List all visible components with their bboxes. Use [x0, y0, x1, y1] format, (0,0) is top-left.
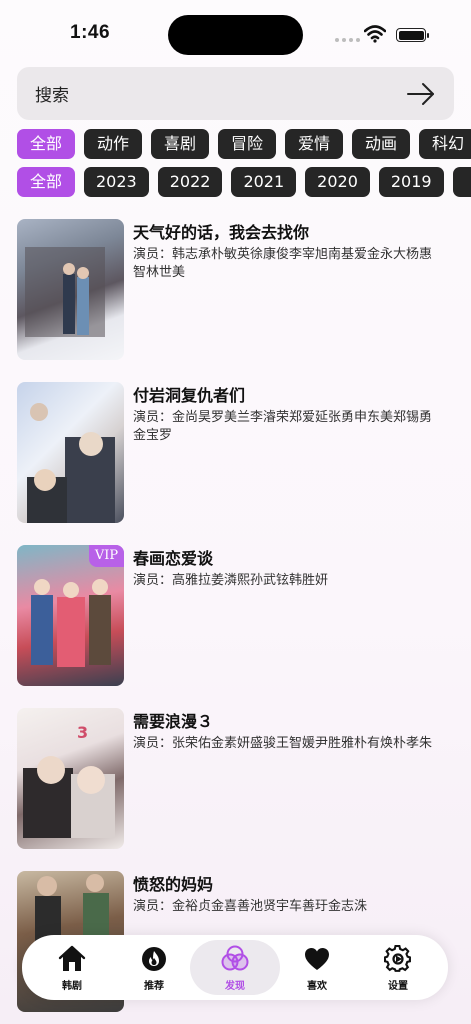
search-placeholder: 搜索	[35, 86, 69, 106]
drama-cast: 演员：金裕贞金喜善池贤宇车善玗金志洙	[133, 899, 368, 914]
heart-icon	[305, 948, 329, 970]
drama-poster[interactable]: VIP	[17, 545, 124, 686]
tab-favorites[interactable]: 喜欢	[272, 940, 362, 995]
svg-text:3: 3	[77, 723, 88, 742]
genre-chip[interactable]: 动画	[352, 129, 410, 159]
drama-title: 付岩洞复仇者们	[133, 386, 246, 405]
drama-item[interactable]: VIP 春画恋爱谈 演员：高雅拉姜潾熙孙武铉韩胜妍	[17, 545, 454, 708]
drama-poster[interactable]	[17, 382, 124, 523]
year-chip[interactable]: 2022	[157, 167, 223, 197]
tab-label: 推荐	[144, 981, 164, 992]
tab-label: 喜欢	[307, 981, 327, 992]
drama-title: 春画恋爱谈	[133, 549, 214, 568]
wifi-icon	[364, 25, 386, 43]
year-chip[interactable]: 2021	[231, 167, 297, 197]
bottom-tab-bar: 韩剧 推荐 发现 喜欢 设置	[22, 935, 448, 1000]
flame-icon	[142, 947, 166, 971]
drama-item[interactable]: 天气好的话，我会去找你 演员：韩志承朴敏英徐康俊李宰旭南基爱金永大杨惠智林世美	[17, 219, 454, 382]
vip-badge: VIP	[89, 545, 124, 567]
search-input[interactable]: 搜索	[17, 67, 454, 120]
year-filter-row: 全部 2023 2022 2021 2020 2019 20	[17, 167, 471, 197]
signal-icon	[335, 38, 360, 42]
genre-filter-row: 全部 动作 喜剧 冒险 爱情 动画 科幻	[17, 129, 471, 159]
drama-title: 需要浪漫３	[133, 712, 214, 731]
tab-label: 韩剧	[62, 981, 82, 992]
arrow-right-icon[interactable]	[406, 82, 436, 106]
genre-chip-all[interactable]: 全部	[17, 129, 75, 159]
genre-chip[interactable]: 爱情	[285, 129, 343, 159]
discover-icon	[221, 945, 249, 971]
year-chip[interactable]: 2020	[305, 167, 370, 197]
drama-item[interactable]: 付岩洞复仇者们 演员：金尚昊罗美兰李濬荣郑爱延张勇申东美郑锡勇金宝罗	[17, 382, 454, 545]
tab-label: 发现	[225, 981, 245, 992]
drama-poster[interactable]: 3	[17, 708, 124, 849]
drama-cast: 演员：高雅拉姜潾熙孙武铉韩胜妍	[133, 573, 329, 588]
tab-discover[interactable]: 发现	[190, 940, 280, 995]
genre-chip[interactable]: 冒险	[218, 129, 276, 159]
drama-poster[interactable]	[17, 219, 124, 360]
tab-settings[interactable]: 设置	[353, 940, 443, 995]
year-chip[interactable]: 2019	[378, 167, 444, 197]
tab-recommend[interactable]: 推荐	[109, 940, 199, 995]
home-icon	[58, 945, 86, 971]
drama-cast: 演员：韩志承朴敏英徐康俊李宰旭南基爱金永大杨惠智林世美	[133, 247, 433, 280]
year-chip[interactable]: 2023	[84, 167, 149, 197]
battery-icon	[396, 28, 429, 42]
year-chip-all[interactable]: 全部	[17, 167, 75, 197]
genre-chip[interactable]: 科幻	[419, 129, 471, 159]
dynamic-island	[168, 15, 303, 55]
drama-cast: 演员：金尚昊罗美兰李濬荣郑爱延张勇申东美郑锡勇金宝罗	[133, 410, 433, 443]
year-chip[interactable]: 20	[452, 167, 471, 197]
genre-chip[interactable]: 喜剧	[151, 129, 209, 159]
drama-item[interactable]: 3 需要浪漫３ 演员：张荣佑金素妍盛骏王智媛尹胜雅朴有焕朴孝朱	[17, 708, 454, 871]
drama-title: 天气好的话，我会去找你	[133, 223, 310, 242]
drama-title: 愤怒的妈妈	[133, 875, 214, 894]
drama-cast: 演员：张荣佑金素妍盛骏王智媛尹胜雅朴有焕朴孝朱	[133, 736, 433, 751]
tab-home[interactable]: 韩剧	[27, 940, 117, 995]
tab-label: 设置	[388, 981, 408, 992]
gear-icon	[384, 945, 411, 972]
drama-list: 天气好的话，我会去找你 演员：韩志承朴敏英徐康俊李宰旭南基爱金永大杨惠智林世美 …	[17, 219, 454, 1024]
genre-chip[interactable]: 动作	[84, 129, 142, 159]
status-time: 1:46	[70, 22, 111, 43]
status-bar: 1:46	[0, 0, 471, 64]
